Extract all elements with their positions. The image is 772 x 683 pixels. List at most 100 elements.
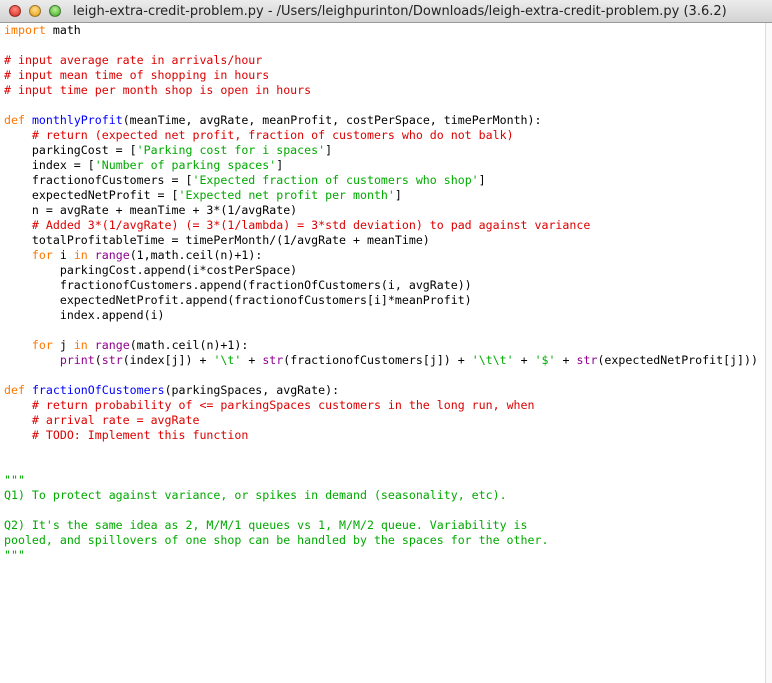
zoom-button[interactable] (49, 5, 61, 17)
string: """ (4, 473, 25, 487)
code-line: def fractionOfCustomers(parkingSpaces, a… (4, 383, 764, 398)
code-text: j (52, 338, 74, 352)
code-line: # return (expected net profit, fraction … (4, 128, 764, 143)
code-text: (index[j]) + (122, 353, 214, 367)
comment: # arrival rate = avgRate (31, 413, 200, 427)
code-line: # Added 3*(1/avgRate) (= 3*(1/lambda) = … (4, 218, 764, 233)
code-line: # input mean time of shopping in hours (4, 68, 764, 83)
keyword: def (4, 383, 25, 397)
scrollbar[interactable] (765, 23, 772, 683)
code-text: fractionofCustomers = [ (4, 173, 193, 187)
code-line: fractionofCustomers.append(fractionOfCus… (4, 278, 764, 293)
code-line: import math (4, 23, 764, 38)
comment: # return (expected net profit, fraction … (31, 128, 514, 142)
code-line: for j in range(math.ceil(n)+1): (4, 338, 764, 353)
code-text: index = [ (4, 158, 95, 172)
code-line: index = ['Number of parking spaces'] (4, 158, 764, 173)
code-text: fractionofCustomers.append(fractionOfCus… (4, 278, 472, 292)
code-line: Q1) To protect against variance, or spik… (4, 488, 764, 503)
builtin: range (94, 248, 130, 262)
code-text: (meanTime, avgRate, meanProfit, costPerS… (122, 113, 542, 127)
keyword: in (73, 248, 88, 262)
comment: # return probability of <= parkingSpaces… (31, 398, 535, 412)
string: 'Expected net profit per month' (178, 188, 395, 202)
code-text: parkingCost = [ (4, 143, 137, 157)
code-text: + (555, 353, 577, 367)
code-text: totalProfitableTime = timePerMonth/(1/av… (4, 233, 430, 247)
builtin: range (94, 338, 130, 352)
code-line: # input average rate in arrivals/hour (4, 53, 764, 68)
code-line: Q2) It's the same idea as 2, M/M/1 queue… (4, 518, 764, 533)
comment: # TODO: Implement this function (31, 428, 249, 442)
close-button[interactable] (9, 5, 21, 17)
minimize-button[interactable] (29, 5, 41, 17)
code-text: ] (478, 173, 486, 187)
builtin: str (262, 353, 284, 367)
builtin: str (101, 353, 123, 367)
code-text: + (241, 353, 263, 367)
code-line: def monthlyProfit(meanTime, avgRate, mea… (4, 113, 764, 128)
code-line: # arrival rate = avgRate (4, 413, 764, 428)
string: '\t' (213, 353, 242, 367)
code-text: ] (325, 143, 333, 157)
code-text: n = avgRate + meanTime + 3*(1/avgRate) (4, 203, 298, 217)
code-text: (1,math.ceil(n)+1): (129, 248, 263, 262)
code-line: """ (4, 548, 764, 563)
code-line: n = avgRate + meanTime + 3*(1/avgRate) (4, 203, 764, 218)
builtin: print (59, 353, 95, 367)
code-text: ] (276, 158, 284, 172)
string: '$' (534, 353, 556, 367)
code-text: index.append(i) (4, 308, 165, 322)
code-line: pooled, and spillovers of one shop can b… (4, 533, 764, 548)
code-text: (math.ceil(n)+1): (129, 338, 249, 352)
code-line: for i in range(1,math.ceil(n)+1): (4, 248, 764, 263)
string: Q2) It's the same idea as 2, M/M/1 queue… (4, 518, 528, 532)
code-line: print(str(index[j]) + '\t' + str(fractio… (4, 353, 764, 368)
window-controls (0, 5, 61, 17)
code-text: parkingCost.append(i*costPerSpace) (4, 263, 298, 277)
code-text: i (52, 248, 74, 262)
keyword: in (73, 338, 88, 352)
string: Q1) To protect against variance, or spik… (4, 488, 507, 502)
keyword: def (4, 113, 25, 127)
code-text: (fractionofCustomers[j]) + (283, 353, 472, 367)
string: 'Number of parking spaces' (94, 158, 277, 172)
code-line: # return probability of <= parkingSpaces… (4, 398, 764, 413)
window-title: leigh-extra-credit-problem.py - /Users/l… (73, 3, 727, 19)
comment: # input average rate in arrivals/hour (4, 53, 263, 67)
string: 'Expected fraction of customers who shop… (192, 173, 479, 187)
code-line: expectedNetProfit.append(fractionofCusto… (4, 293, 764, 308)
code-text: ( (94, 353, 102, 367)
code-editor[interactable]: import math # input average rate in arriv… (4, 23, 764, 683)
string: pooled, and spillovers of one shop can b… (4, 533, 549, 547)
code-line: parkingCost.append(i*costPerSpace) (4, 263, 764, 278)
code-text: + (513, 353, 535, 367)
string: '\t\t' (471, 353, 514, 367)
comment: # input mean time of shopping in hours (4, 68, 270, 82)
code-text: math (45, 23, 81, 37)
keyword: for (31, 338, 53, 352)
code-line: # TODO: Implement this function (4, 428, 764, 443)
title-bar: leigh-extra-credit-problem.py - /Users/l… (0, 0, 772, 23)
code-line: totalProfitableTime = timePerMonth/(1/av… (4, 233, 764, 248)
code-line: # input time per month shop is open in h… (4, 83, 764, 98)
code-line: expectedNetProfit = ['Expected net profi… (4, 188, 764, 203)
comment: # input time per month shop is open in h… (4, 83, 312, 97)
code-line: fractionofCustomers = ['Expected fractio… (4, 173, 764, 188)
